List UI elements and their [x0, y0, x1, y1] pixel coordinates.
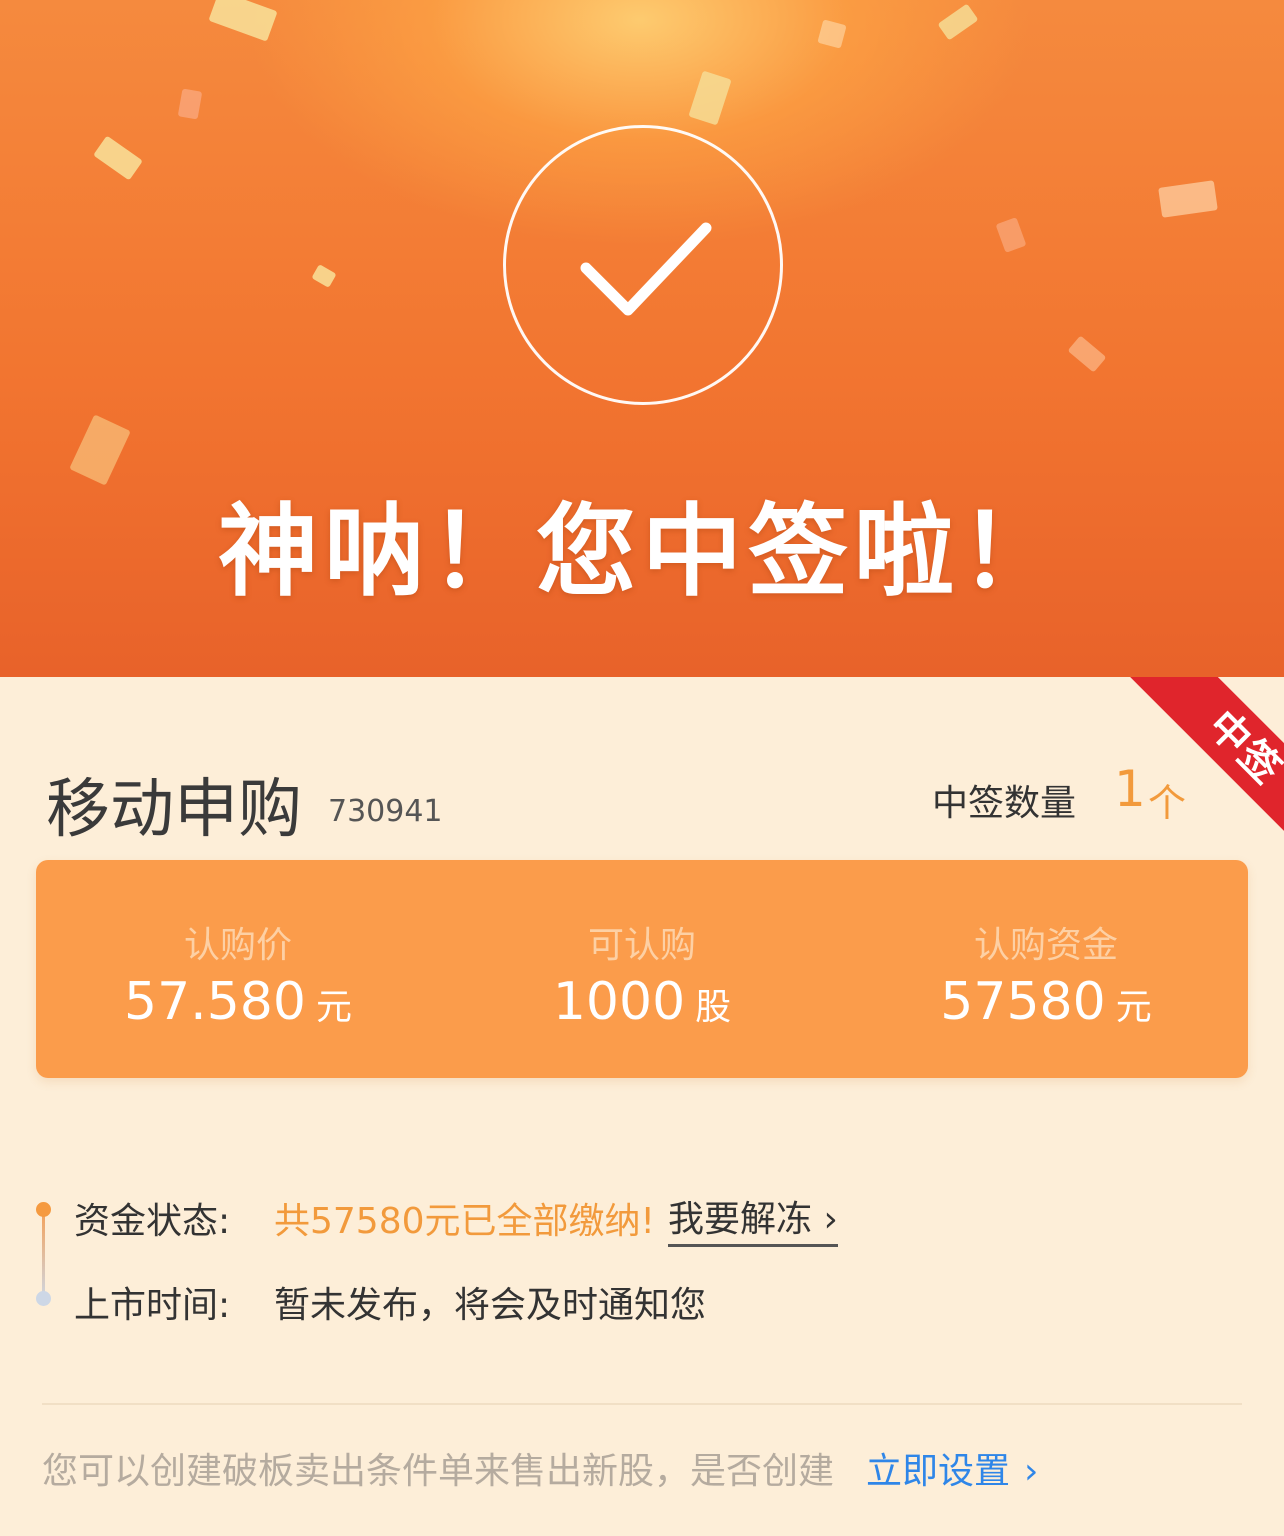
confetti-decoration	[688, 70, 732, 126]
confetti-decoration	[93, 135, 143, 181]
checkmark-icon	[503, 125, 783, 405]
quantity-value: 1000	[552, 972, 686, 1032]
confetti-decoration	[1158, 180, 1218, 218]
funds-cell: 认购资金 57580 元	[844, 860, 1248, 1078]
confetti-decoration	[208, 0, 278, 42]
funds-value: 57580	[940, 972, 1106, 1032]
success-banner: 神呐！您中签啦！	[0, 0, 1284, 677]
win-count-value: 1	[1114, 760, 1146, 818]
subscription-summary-card: 认购价 57.580 元 可认购 1000 股 认购资金 57580 元	[36, 860, 1248, 1078]
chevron-right-icon[interactable]: ›	[1024, 1451, 1038, 1492]
quantity-unit: 股	[695, 987, 732, 1028]
listing-time-value: 暂未发布，将会及时通知您	[274, 1285, 707, 1326]
set-now-label[interactable]: 立即设置	[866, 1451, 1010, 1492]
fund-status-value: 共57580元已全部缴纳!	[274, 1201, 655, 1242]
quantity-label: 可认购	[587, 925, 696, 966]
success-title: 神呐！您中签啦！	[218, 493, 1066, 610]
price-unit: 元	[315, 987, 352, 1028]
unfreeze-link[interactable]: 我要解冻 ›	[668, 1190, 838, 1247]
price-cell: 认购价 57.580 元	[36, 860, 440, 1078]
quantity-cell: 可认购 1000 股	[440, 860, 844, 1078]
confetti-decoration	[995, 217, 1027, 253]
stock-code: 730941	[328, 794, 443, 829]
timeline-line	[42, 1212, 45, 1298]
price-label: 认购价	[183, 925, 292, 966]
confetti-decoration	[817, 19, 847, 49]
fund-status-label: 资金状态:	[74, 1201, 231, 1242]
confetti-decoration	[311, 264, 337, 288]
stock-name: 移动申购	[46, 773, 302, 847]
divider	[42, 1403, 1242, 1405]
listing-time-label: 上市时间:	[74, 1285, 231, 1326]
condition-order-prompt: 您可以创建破板卖出条件单来售出新股，是否创建	[42, 1451, 835, 1492]
quantity-value-row: 1000 股	[440, 972, 844, 1032]
price-value: 57.580	[124, 972, 306, 1032]
confetti-decoration	[177, 88, 203, 120]
confetti-decoration	[1067, 335, 1107, 373]
funds-value-row: 57580 元	[844, 972, 1248, 1032]
timeline-dot-active	[36, 1202, 51, 1217]
funds-label: 认购资金	[973, 925, 1118, 966]
set-now-link[interactable]: 立即设置 ›	[866, 1442, 1038, 1494]
price-value-row: 57.580 元	[36, 972, 440, 1032]
page: 神呐！您中签啦！ 中签 移动申购 730941 中签数量 1 个 认购价 57.…	[0, 0, 1284, 1536]
funds-unit: 元	[1115, 987, 1152, 1028]
win-count-label: 中签数量	[932, 783, 1077, 824]
win-count-unit: 个	[1148, 781, 1187, 825]
confetti-decoration	[937, 3, 979, 41]
timeline-dot-pending	[36, 1291, 51, 1306]
